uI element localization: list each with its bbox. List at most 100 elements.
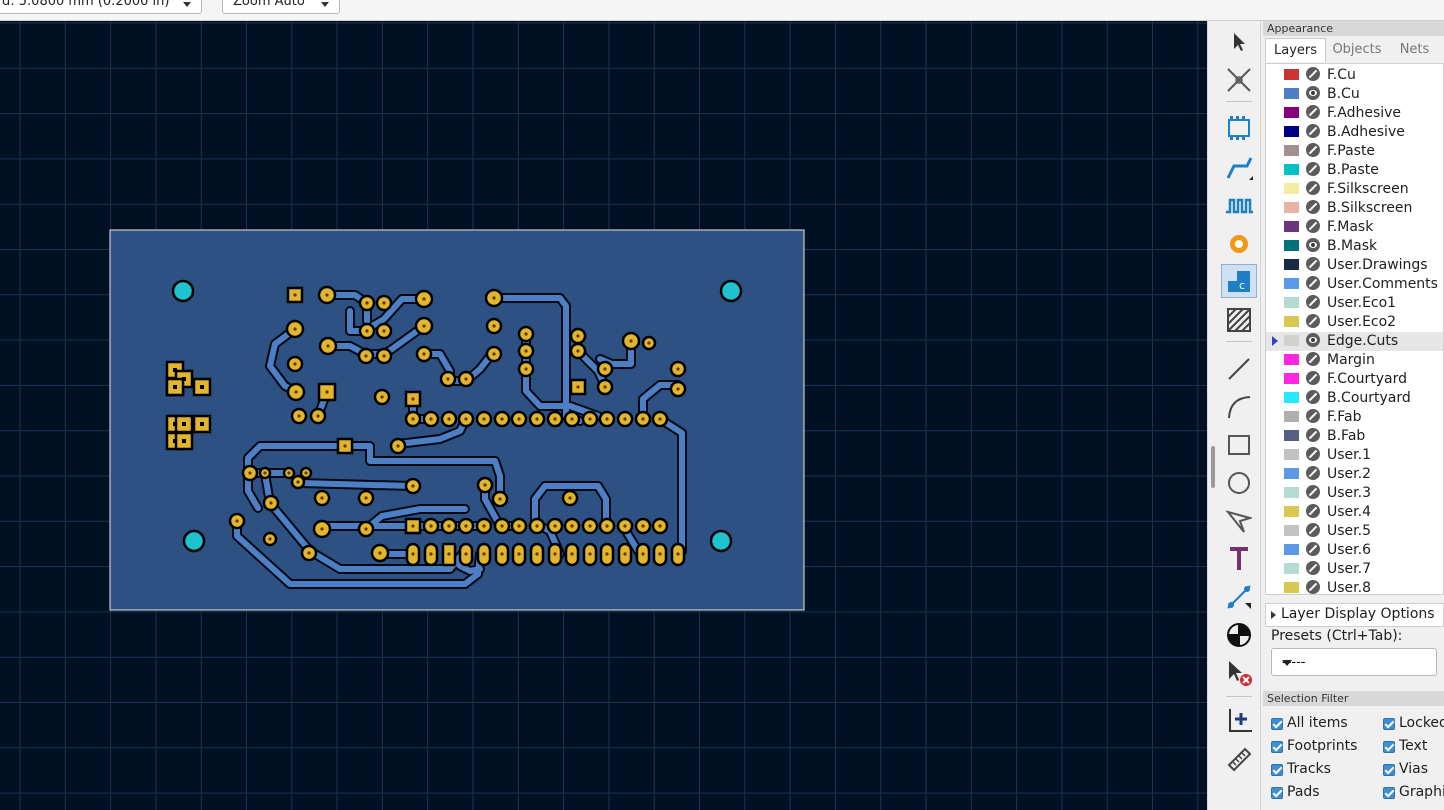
hidden-icon[interactable] [1306,580,1320,594]
layer-row[interactable]: B.Mask [1266,237,1443,256]
grid-size-select[interactable]: d: 5.0800 mm (0.2000 in) [0,0,202,14]
layer-row[interactable]: User.Comments [1266,275,1443,294]
presets-select[interactable]: ----- [1271,648,1437,676]
hidden-icon[interactable] [1306,447,1320,461]
layer-row[interactable]: User.Eco2 [1266,313,1443,332]
layer-color-swatch[interactable] [1284,69,1299,80]
layer-row[interactable]: User.8 [1266,579,1443,594]
layer-row[interactable]: User.6 [1266,541,1443,560]
hidden-icon[interactable] [1306,371,1320,385]
layer-row[interactable]: B.Courtyard [1266,389,1443,408]
hidden-icon[interactable] [1306,409,1320,423]
layer-row[interactable]: User.1 [1266,446,1443,465]
layer-color-swatch[interactable] [1284,202,1299,213]
checkbox-checked-icon[interactable] [1271,718,1283,730]
layer-row[interactable]: User.3 [1266,484,1443,503]
checkbox-checked-icon[interactable] [1271,741,1283,753]
layer-row[interactable]: B.Paste [1266,161,1443,180]
hidden-icon[interactable] [1306,523,1320,537]
layer-color-swatch[interactable] [1284,335,1299,346]
mounting-hole[interactable] [171,279,195,303]
layer-color-swatch[interactable] [1284,183,1299,194]
hidden-icon[interactable] [1306,181,1320,195]
mounting-hole[interactable] [719,279,743,303]
layer-color-swatch[interactable] [1284,354,1299,365]
layer-row[interactable]: F.Cu [1266,66,1443,85]
zoom-select[interactable]: Zoom Auto [222,0,340,14]
layer-color-swatch[interactable] [1284,126,1299,137]
layer-row[interactable]: User.Drawings [1266,256,1443,275]
hidden-icon[interactable] [1306,314,1320,328]
arc-icon[interactable] [1221,390,1257,424]
layer-color-swatch[interactable] [1284,468,1299,479]
copper-track[interactable] [297,480,415,489]
layer-row[interactable]: F.Fab [1266,408,1443,427]
layer-color-swatch[interactable] [1284,411,1299,422]
hidden-icon[interactable] [1306,485,1320,499]
delete-icon[interactable] [1221,656,1257,690]
hidden-icon[interactable] [1306,352,1320,366]
hidden-icon[interactable] [1306,67,1320,81]
layer-color-swatch[interactable] [1284,259,1299,270]
layer-row[interactable]: F.Mask [1266,218,1443,237]
layer-row[interactable]: F.Adhesive [1266,104,1443,123]
rectangle-icon[interactable] [1221,428,1257,462]
layer-row[interactable]: F.Courtyard [1266,370,1443,389]
polygon-icon[interactable] [1221,504,1257,538]
layer-color-swatch[interactable] [1284,297,1299,308]
hidden-icon[interactable] [1306,200,1320,214]
layer-display-options[interactable]: Layer Display Options [1265,603,1444,627]
cross-probe-icon[interactable] [1221,63,1257,97]
filled-zone-icon[interactable] [1221,303,1257,337]
layer-color-swatch[interactable] [1284,240,1299,251]
layer-row[interactable]: User.5 [1266,522,1443,541]
layer-color-swatch[interactable] [1284,164,1299,175]
visible-eye-icon[interactable] [1306,333,1320,347]
mounting-hole[interactable] [709,529,733,553]
visible-eye-icon[interactable] [1306,238,1320,252]
hidden-icon[interactable] [1306,466,1320,480]
hidden-icon[interactable] [1306,105,1320,119]
layer-color-swatch[interactable] [1284,582,1299,593]
hidden-icon[interactable] [1306,428,1320,442]
hidden-icon[interactable] [1306,276,1320,290]
hidden-icon[interactable] [1306,542,1320,556]
tab-nets[interactable]: Nets [1387,38,1442,62]
line-icon[interactable] [1221,352,1257,386]
hidden-icon[interactable] [1306,561,1320,575]
layer-row[interactable]: Margin [1266,351,1443,370]
checkbox-checked-icon[interactable] [1383,787,1395,799]
checkbox-checked-icon[interactable] [1271,764,1283,776]
layer-color-swatch[interactable] [1284,392,1299,403]
tab-objects[interactable]: Objects [1327,38,1387,62]
layer-color-swatch[interactable] [1284,449,1299,460]
layer-row[interactable]: B.Silkscreen [1266,199,1443,218]
rule-area-icon[interactable]: c [1221,264,1257,298]
layer-row[interactable]: User.7 [1266,560,1443,579]
hidden-icon[interactable] [1306,257,1320,271]
pcb-canvas[interactable] [0,21,1207,810]
layer-row[interactable]: B.Cu [1266,85,1443,104]
layer-row[interactable]: B.Adhesive [1266,123,1443,142]
layer-color-swatch[interactable] [1284,221,1299,232]
hidden-icon[interactable] [1306,219,1320,233]
tab-layers[interactable]: Layers [1265,38,1326,62]
hidden-icon[interactable] [1306,162,1320,176]
hidden-icon[interactable] [1306,295,1320,309]
checkbox-checked-icon[interactable] [1383,741,1395,753]
circle-icon[interactable] [1221,466,1257,500]
grid-origin-icon[interactable] [1221,704,1257,738]
layer-row[interactable]: User.Eco1 [1266,294,1443,313]
measure-icon[interactable] [1221,742,1257,776]
hidden-icon[interactable] [1306,143,1320,157]
layer-color-swatch[interactable] [1284,544,1299,555]
layer-color-swatch[interactable] [1284,278,1299,289]
scrollbar-thumb[interactable] [1211,446,1215,488]
layer-color-swatch[interactable] [1284,563,1299,574]
route-track-icon[interactable] [1221,151,1257,185]
checkbox-checked-icon[interactable] [1383,718,1395,730]
layer-row[interactable]: User.4 [1266,503,1443,522]
layer-row[interactable]: B.Fab [1266,427,1443,446]
checkbox-checked-icon[interactable] [1383,764,1395,776]
hidden-icon[interactable] [1306,390,1320,404]
